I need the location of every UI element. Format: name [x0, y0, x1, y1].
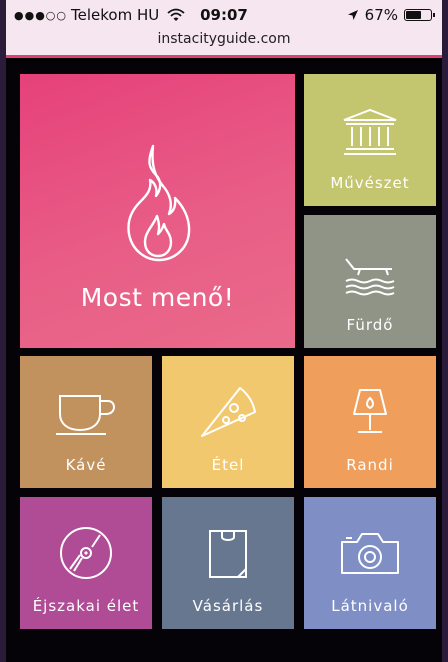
camera-icon	[341, 533, 399, 574]
museum-icon	[343, 108, 397, 155]
tile-randi[interactable]: Randi	[304, 356, 436, 488]
address-bar-url[interactable]: instacityguide.com	[6, 31, 442, 47]
battery-icon	[404, 9, 435, 21]
status-bar: ●●●○○ Telekom HU 09:07 67% instacityguid…	[6, 0, 442, 58]
tile-label: Most menő!	[80, 283, 235, 312]
battery-level	[406, 11, 422, 19]
coffee-cup-icon	[56, 395, 116, 435]
tile-label: Éjszakai élet	[32, 597, 140, 615]
tile-label: Vásárlás	[192, 597, 264, 615]
lamp-icon	[353, 389, 387, 433]
battery-percent: 67%	[364, 6, 398, 24]
pizza-slice-icon	[201, 387, 256, 437]
location-arrow-icon	[347, 10, 358, 20]
tile-kave[interactable]: Kávé	[20, 356, 152, 488]
phone-screen: ●●●○○ Telekom HU 09:07 67% instacityguid…	[0, 0, 448, 662]
tile-muveszet[interactable]: Művészet	[304, 74, 436, 206]
tile-label: Fürdő	[346, 316, 394, 334]
sunbed-water-icon	[345, 258, 395, 296]
tile-label: Látnivaló	[331, 597, 409, 615]
shopping-bag-icon	[209, 530, 247, 578]
vinyl-record-icon	[60, 527, 112, 579]
tile-label: Művészet	[330, 174, 410, 192]
tile-vasarlas[interactable]: Vásárlás	[162, 497, 294, 629]
status-right: 67%	[347, 6, 435, 24]
flame-icon	[127, 144, 191, 262]
tile-label: Randi	[346, 456, 394, 474]
tile-most-meno[interactable]: Most menő!	[20, 74, 295, 348]
tile-ejszakai-elet[interactable]: Éjszakai élet	[20, 497, 152, 629]
tile-furdo[interactable]: Fürdő	[304, 215, 436, 348]
tile-latnivalo[interactable]: Látnivaló	[304, 497, 436, 629]
tile-etel[interactable]: Étel	[162, 356, 294, 488]
tile-label: Étel	[211, 456, 245, 474]
tile-label: Kávé	[65, 456, 107, 474]
frame-edge-right	[442, 0, 448, 662]
